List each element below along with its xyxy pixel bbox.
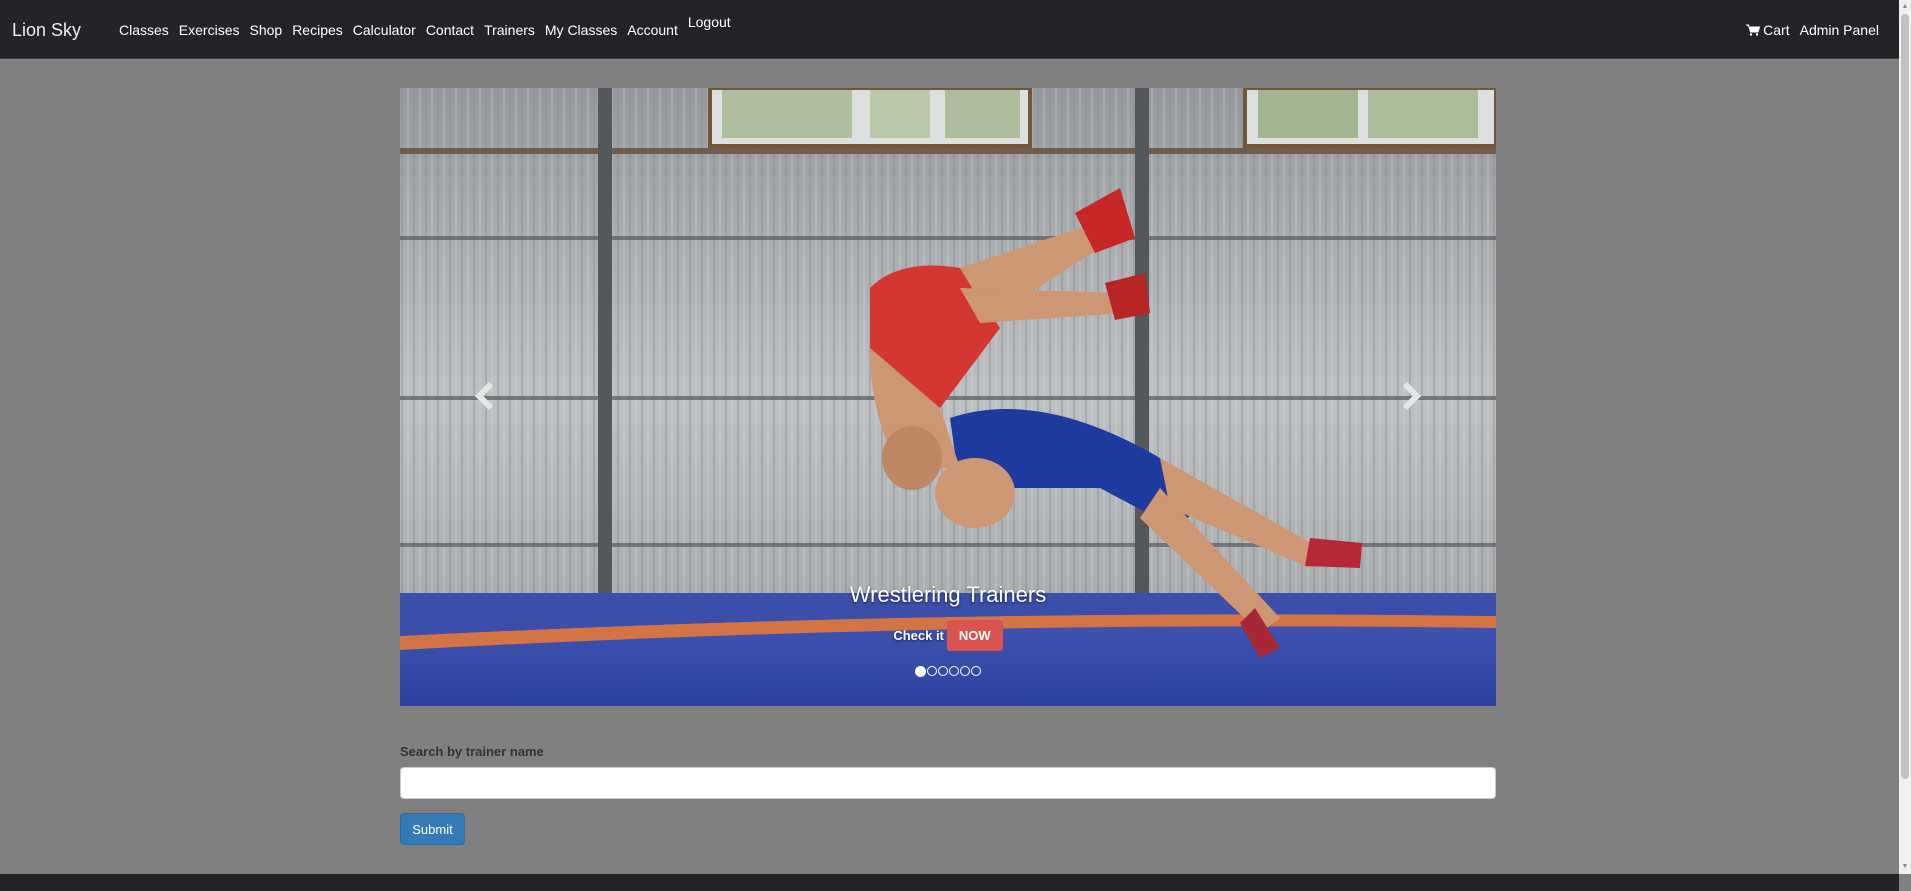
nav-link-calculator[interactable]: Calculator bbox=[353, 22, 416, 38]
hero-carousel[interactable]: Wrestlering Trainers Check it NOW bbox=[400, 88, 1496, 706]
scroll-up-icon[interactable]: ▲ bbox=[1901, 2, 1909, 12]
admin-panel-link[interactable]: Admin Panel bbox=[1800, 22, 1879, 38]
submit-button[interactable]: Submit bbox=[400, 813, 465, 845]
carousel-indicator[interactable] bbox=[960, 666, 970, 676]
brand-logo[interactable]: Lion Sky bbox=[12, 20, 81, 41]
scrollbar-thumb[interactable] bbox=[1901, 14, 1909, 779]
now-button[interactable]: NOW bbox=[946, 620, 1003, 651]
carousel-indicator[interactable] bbox=[938, 666, 948, 676]
caption-line: Check it NOW bbox=[400, 620, 1496, 651]
nav-link-classes[interactable]: Classes bbox=[119, 22, 169, 38]
carousel-indicator[interactable] bbox=[915, 666, 926, 677]
carousel-indicator[interactable] bbox=[949, 666, 959, 676]
nav-link-logout[interactable]: Logout bbox=[688, 14, 731, 30]
footer bbox=[0, 874, 1899, 891]
caption-title: Wrestlering Trainers bbox=[849, 582, 1047, 607]
carousel-indicators bbox=[400, 666, 1496, 677]
carousel-caption: Wrestlering Trainers Check it NOW bbox=[400, 582, 1496, 651]
scrollbar[interactable]: ▲ ▼ bbox=[1899, 0, 1911, 874]
nav-link-account[interactable]: Account bbox=[627, 22, 678, 38]
nav-link-recipes[interactable]: Recipes bbox=[292, 22, 343, 38]
nav-link-my-classes[interactable]: My Classes bbox=[545, 22, 617, 38]
nav-right: Cart Admin Panel bbox=[1736, 22, 1879, 38]
cart-link[interactable]: Cart bbox=[1746, 22, 1790, 38]
cart-label: Cart bbox=[1763, 22, 1790, 38]
search-label: Search by trainer name bbox=[400, 744, 544, 759]
nav-link-trainers[interactable]: Trainers bbox=[484, 22, 535, 38]
nav-link-contact[interactable]: Contact bbox=[426, 22, 474, 38]
chevron-left-icon bbox=[474, 381, 494, 411]
nav-link-shop[interactable]: Shop bbox=[249, 22, 282, 38]
carousel-indicator[interactable] bbox=[971, 666, 981, 676]
scroll-down-icon[interactable]: ▼ bbox=[1901, 862, 1909, 872]
carousel-prev-button[interactable] bbox=[466, 376, 506, 416]
nav-links: Classes Exercises Shop Recipes Calculato… bbox=[119, 14, 741, 38]
caption-text: Check it bbox=[893, 628, 944, 643]
shopping-cart-icon bbox=[1746, 24, 1761, 36]
carousel-indicator[interactable] bbox=[927, 666, 937, 676]
trainer-search-input[interactable] bbox=[400, 767, 1496, 799]
nav-link-exercises[interactable]: Exercises bbox=[179, 22, 240, 38]
top-navbar: Lion Sky Classes Exercises Shop Recipes … bbox=[0, 0, 1899, 59]
chevron-right-icon bbox=[1402, 381, 1422, 411]
carousel-next-button[interactable] bbox=[1390, 376, 1430, 416]
